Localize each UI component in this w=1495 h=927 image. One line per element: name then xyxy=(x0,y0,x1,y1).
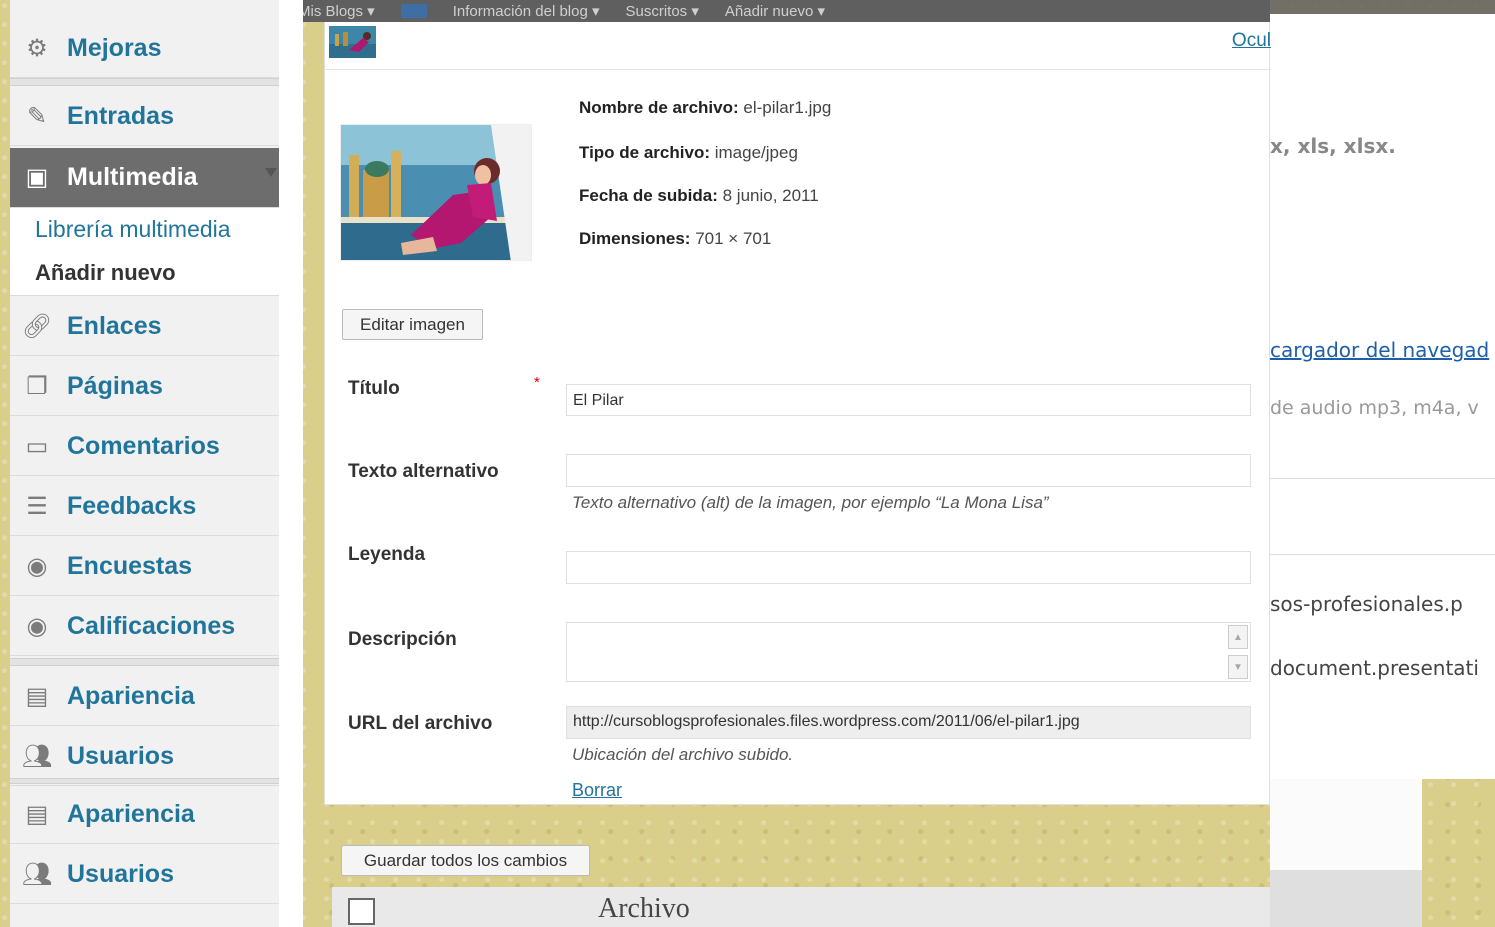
appearance-icon: ▤ xyxy=(25,801,49,828)
admin-bar: Mis Blogs ▾ Información del blog ▾ Suscr… xyxy=(280,0,1270,22)
title-input[interactable]: El Pilar xyxy=(566,384,1251,416)
sidebar-item-label: Apariencia xyxy=(67,800,195,828)
edit-image-button[interactable]: Editar imagen xyxy=(342,309,483,340)
save-all-button[interactable]: Guardar todos los cambios xyxy=(341,845,590,876)
image-preview xyxy=(340,124,532,261)
sidebar-item-label: Apariencia xyxy=(67,682,195,710)
sidebar-item-entradas[interactable]: ✎ Entradas xyxy=(10,88,279,146)
browser-uploader-link[interactable]: cargador del navegad xyxy=(1270,338,1489,362)
delete-link[interactable]: Borrar xyxy=(572,780,622,801)
sidebar-item-mejoras[interactable]: ⚙ Mejoras xyxy=(10,20,279,78)
add-new-menu[interactable]: Añadir nuevo ▾ xyxy=(725,4,825,19)
caption-label: Leyenda xyxy=(348,544,426,565)
uploaded-file-name: sos-profesionales.p xyxy=(1270,592,1463,616)
column-header-file[interactable]: Archivo xyxy=(598,893,690,925)
description-label: Descripción xyxy=(348,629,457,650)
multimedia-submenu: Librería multimedia Añadir nuevo xyxy=(10,208,279,296)
alt-text-input[interactable] xyxy=(566,454,1251,487)
link-icon: 🔗︎ xyxy=(21,313,53,340)
users-icon: 👥︎ xyxy=(21,743,53,770)
sidebar-item-calificaciones[interactable]: ◉ Calificaciones xyxy=(10,598,279,656)
sidebar-item-label: Encuestas xyxy=(67,552,193,580)
sidebar-item-label: Entradas xyxy=(67,102,174,130)
sidebar-item-label: Usuarios xyxy=(67,742,174,770)
submenu-add-new[interactable]: Añadir nuevo xyxy=(35,260,176,286)
pages-icon: ❐ xyxy=(26,373,48,400)
alt-text-label: Texto alternativo xyxy=(348,461,499,482)
comment-icon: ▭ xyxy=(25,433,49,460)
gear-icon: ⚙ xyxy=(26,35,48,62)
rating-icon: ◉ xyxy=(26,613,48,640)
audio-types-text: de audio mp3, m4a, v xyxy=(1270,397,1479,419)
scroll-up-icon[interactable]: ▲ xyxy=(1228,625,1248,649)
admin-sidebar: ⚙ Mejoras ✎ Entradas ▣ Multimedia Librer… xyxy=(10,0,303,927)
media-icon: ▣ xyxy=(25,164,49,191)
chevron-down-icon xyxy=(265,168,277,177)
feedback-icon: ☰ xyxy=(26,493,48,520)
meta-filename: Nombre de archivo: el-pilar1.jpg xyxy=(579,98,832,117)
subscribed-menu[interactable]: Suscritos ▾ xyxy=(626,4,699,19)
meta-dimensions: Dimensiones: 701 × 701 xyxy=(579,229,772,248)
sidebar-item-encuestas[interactable]: ◉ Encuestas xyxy=(10,538,279,596)
admin-bar-right xyxy=(1270,0,1495,14)
sidebar-item-label: Calificaciones xyxy=(67,612,236,640)
background-strip xyxy=(1270,779,1422,870)
alt-text-help: Texto alternativo (alt) de la imagen, po… xyxy=(572,493,1049,512)
sidebar-item-label: Feedbacks xyxy=(67,492,197,520)
required-marker: * xyxy=(534,374,540,391)
hide-link[interactable]: Ocul xyxy=(1232,30,1271,52)
sidebar-item-comentarios[interactable]: ▭ Comentarios xyxy=(10,418,279,476)
media-edit-panel: Ocul Nombre de archivo: el-pilar1.jpg Ti… xyxy=(324,22,1271,805)
file-url-input[interactable]: http://cursoblogsprofesionales.files.wor… xyxy=(566,706,1251,739)
users-icon: 👥︎ xyxy=(21,861,53,888)
select-all-checkbox[interactable] xyxy=(348,898,375,925)
sidebar-item-apariencia-2[interactable]: ▤ Apariencia xyxy=(10,786,279,844)
file-url-label: URL del archivo xyxy=(348,713,493,734)
scroll-down-icon[interactable]: ▼ xyxy=(1228,655,1248,679)
meta-upload-date: Fecha de subida: 8 junio, 2011 xyxy=(579,186,819,205)
sidebar-item-label: Páginas xyxy=(67,372,163,400)
file-url-help: Ubicación del archivo subido. xyxy=(572,745,794,764)
pushpin-icon: ✎ xyxy=(26,103,48,130)
background-list-header xyxy=(1270,870,1422,927)
sidebar-item-label: Comentarios xyxy=(67,432,220,460)
uploaded-file-type: document.presentati xyxy=(1270,656,1479,680)
sidebar-item-label: Usuarios xyxy=(67,860,174,888)
title-label: Título xyxy=(348,378,400,399)
sidebar-item-feedbacks[interactable]: ☰ Feedbacks xyxy=(10,478,279,536)
submenu-media-library[interactable]: Librería multimedia xyxy=(35,216,231,243)
description-textarea[interactable]: ▲ ▼ xyxy=(566,622,1251,682)
sidebar-item-multimedia[interactable]: ▣ Multimedia xyxy=(10,148,279,208)
allowed-types-text: x, xls, xlsx. xyxy=(1270,134,1396,158)
sidebar-item-enlaces[interactable]: 🔗︎ Enlaces xyxy=(10,298,279,356)
sidebar-item-label: Mejoras xyxy=(67,34,162,62)
sidebar-item-label: Enlaces xyxy=(67,312,162,340)
media-item-header: Ocul xyxy=(325,22,1271,70)
background-upload-page: x, xls, xlsx. cargador del navegad de au… xyxy=(1270,14,1495,779)
caption-input[interactable] xyxy=(566,551,1251,584)
media-list-header: Archivo xyxy=(332,887,1270,927)
image-thumbnail-small xyxy=(329,26,376,58)
my-blogs-menu[interactable]: Mis Blogs ▾ xyxy=(298,4,375,19)
sidebar-item-usuarios-2[interactable]: 👥︎ Usuarios xyxy=(10,846,279,904)
poll-icon: ◉ xyxy=(26,553,48,580)
sidebar-item-apariencia[interactable]: ▤ Apariencia xyxy=(10,668,279,726)
meta-filetype: Tipo de archivo: image/jpeg xyxy=(579,143,798,162)
blog-icon[interactable] xyxy=(400,4,427,18)
sidebar-item-label: Multimedia xyxy=(67,163,198,191)
sidebar-item-paginas[interactable]: ❐ Páginas xyxy=(10,358,279,416)
appearance-icon: ▤ xyxy=(25,683,49,710)
blog-info-menu[interactable]: Información del blog ▾ xyxy=(453,4,600,19)
